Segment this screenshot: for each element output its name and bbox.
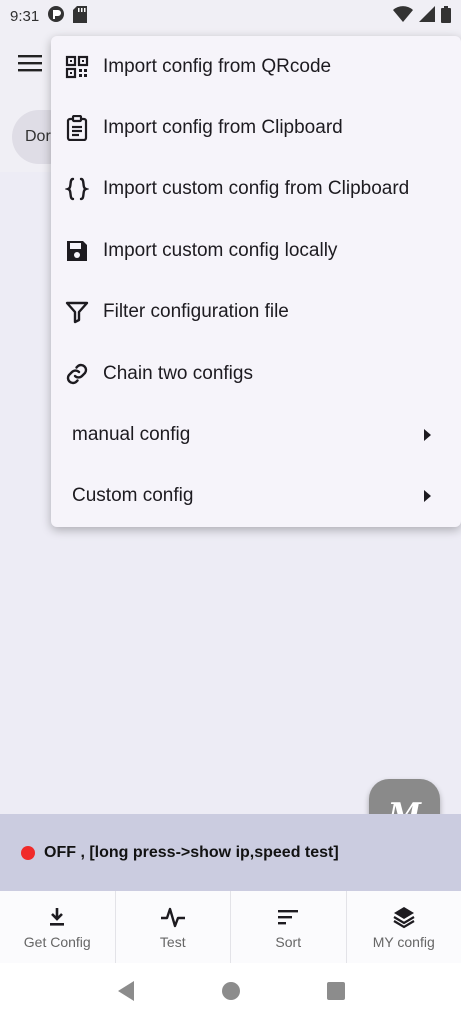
submenu-arrow-icon [424, 490, 431, 503]
bottom-tab-bar: Get Config Test Sort MY config [0, 891, 461, 963]
connection-status-bar[interactable]: OFF , [long press->show ip,speed test] [0, 814, 461, 891]
menu-item-label: Import custom config locally [103, 239, 338, 261]
wifi-icon [393, 6, 413, 26]
menu-item-label: Import config from QRcode [103, 55, 332, 77]
import-menu: Import config from QRcode Import config … [51, 36, 461, 527]
submenu-custom-config[interactable]: Custom config [51, 466, 461, 527]
tab-my-config[interactable]: MY config [347, 891, 461, 963]
link-icon [64, 361, 90, 387]
submenu-manual-config[interactable]: manual config [51, 404, 461, 465]
group-chip-label: Dor [25, 128, 51, 145]
menu-item-label: Filter configuration file [103, 301, 289, 323]
menu-item-label: Import custom config from Clipboard [103, 178, 410, 200]
status-dot-icon [21, 845, 35, 860]
filter-icon [64, 299, 90, 325]
clipboard-icon [64, 115, 90, 142]
recents-icon[interactable] [326, 981, 346, 1006]
menu-item-label: Import config from Clipboard [103, 117, 343, 139]
connection-status-text: OFF , [long press->show ip,speed test] [44, 843, 339, 861]
submenu-label: manual config [72, 424, 191, 446]
menu-item-label: Chain two configs [103, 362, 253, 384]
battery-icon [441, 5, 451, 27]
download-icon [44, 904, 70, 930]
tab-label: Get Config [23, 934, 91, 950]
system-navigation-bar [0, 963, 461, 1024]
tab-label: Test [159, 934, 186, 950]
menu-item-import-qrcode[interactable]: Import config from QRcode [51, 36, 461, 97]
menu-item-import-custom-local[interactable]: Import custom config locally [51, 220, 461, 281]
menu-item-import-custom-clipboard[interactable]: Import custom config from Clipboard [51, 159, 461, 220]
menu-item-filter[interactable]: Filter configuration file [51, 282, 461, 343]
pulse-icon [160, 904, 186, 930]
save-icon [64, 238, 90, 264]
signal-icon [419, 6, 435, 26]
tab-label: MY config [372, 934, 435, 950]
tab-label: Sort [275, 934, 302, 950]
layers-icon [391, 904, 417, 930]
back-icon[interactable] [116, 980, 136, 1007]
qrcode-icon [64, 54, 90, 80]
home-icon[interactable] [221, 981, 241, 1006]
clock: 9:31 [10, 7, 40, 25]
submenu-label: Custom config [72, 485, 194, 507]
sdcard-icon [73, 5, 88, 27]
status-left: 9:31 [10, 5, 88, 27]
braces-icon [64, 176, 90, 202]
app-notification-icon [47, 5, 65, 27]
submenu-arrow-icon [424, 429, 431, 442]
menu-item-import-clipboard[interactable]: Import config from Clipboard [51, 97, 461, 158]
hamburger-menu-icon[interactable] [18, 52, 54, 82]
tab-get-config[interactable]: Get Config [0, 891, 116, 963]
status-right [393, 5, 451, 27]
tab-sort[interactable]: Sort [231, 891, 347, 963]
status-bar: 9:31 [0, 0, 461, 32]
menu-item-chain[interactable]: Chain two configs [51, 343, 461, 404]
tab-test[interactable]: Test [116, 891, 231, 963]
sort-icon [275, 904, 301, 930]
